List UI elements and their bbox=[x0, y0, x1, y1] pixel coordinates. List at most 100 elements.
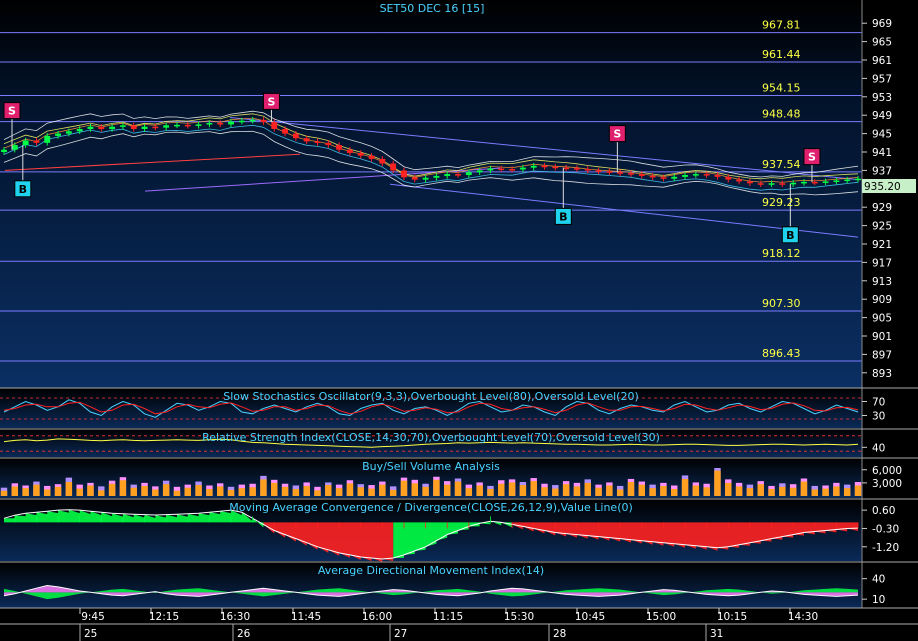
fib-label-5: 929.23 bbox=[762, 196, 801, 209]
candle-60 bbox=[649, 175, 656, 178]
fib-label-6: 918.12 bbox=[762, 247, 801, 260]
volume-bar-24 bbox=[260, 479, 267, 496]
volume-bar-75 bbox=[811, 489, 818, 496]
volume-bar-23 bbox=[249, 487, 256, 496]
candle-52 bbox=[563, 167, 570, 170]
candle-15 bbox=[163, 125, 170, 128]
candle-35 bbox=[379, 158, 386, 164]
candle-23 bbox=[249, 119, 256, 122]
signal-buy-6: B bbox=[786, 229, 794, 242]
price-tick-13: 917 bbox=[872, 257, 892, 269]
candle-54 bbox=[584, 169, 591, 171]
last-price-label: 935.20 bbox=[864, 181, 901, 193]
volume-bar-44 bbox=[476, 485, 483, 496]
candle-5 bbox=[55, 133, 61, 136]
candle-47 bbox=[509, 169, 516, 171]
volume-bar-32 bbox=[346, 483, 354, 496]
time-tick-3: 11:45 bbox=[291, 611, 321, 623]
candle-0 bbox=[1, 149, 7, 152]
signal-buy-1: B bbox=[19, 183, 27, 196]
volume-bar-60 bbox=[649, 488, 656, 496]
price-tick-17: 901 bbox=[872, 331, 892, 343]
volume-bar-64 bbox=[692, 485, 700, 496]
volume-bar-78 bbox=[843, 488, 851, 496]
day-label-2: 27 bbox=[394, 628, 407, 640]
candle-11 bbox=[119, 125, 126, 127]
volume-bar-52 bbox=[562, 484, 570, 496]
volume-bar-33 bbox=[357, 487, 364, 496]
candle-71 bbox=[768, 183, 775, 185]
main-panel-bg bbox=[0, 0, 862, 388]
candle-43 bbox=[465, 172, 472, 175]
volume-bar-73 bbox=[789, 487, 797, 496]
price-tick-4: 953 bbox=[872, 92, 892, 104]
fib-label-3: 948.48 bbox=[762, 108, 801, 121]
volume-bar-7 bbox=[76, 488, 83, 496]
time-tick-5: 11:15 bbox=[433, 611, 463, 623]
candle-75 bbox=[811, 181, 818, 184]
volume-bar-10 bbox=[108, 483, 116, 496]
candle-31 bbox=[336, 145, 343, 150]
candle-41 bbox=[444, 174, 451, 176]
volume-bar-53 bbox=[573, 486, 581, 496]
time-tick-10: 14:30 bbox=[788, 611, 818, 623]
candle-63 bbox=[682, 175, 688, 177]
candle-2 bbox=[22, 140, 29, 146]
candle-48 bbox=[519, 167, 526, 170]
volume-bar-62 bbox=[671, 489, 678, 496]
time-tick-9: 10:15 bbox=[717, 611, 747, 623]
time-tick-4: 16:00 bbox=[362, 611, 392, 623]
signal-sell-5: S bbox=[808, 151, 816, 164]
volume-bar-71 bbox=[768, 489, 775, 496]
trading-chart[interactable]: S B S S B S B 967.81 961.44 954.15 948.48 937.54 92… bbox=[0, 0, 918, 641]
tick-stochastic-0: 70 bbox=[872, 397, 885, 409]
volume-bar-65 bbox=[703, 487, 710, 496]
price-tick-2: 961 bbox=[872, 55, 892, 67]
candle-59 bbox=[638, 174, 645, 176]
volume-bar-18 bbox=[195, 485, 202, 496]
candle-10 bbox=[109, 126, 116, 129]
panel-label-macd: Moving Average Convergence / Divergence(… bbox=[229, 501, 633, 514]
candle-28 bbox=[303, 138, 310, 142]
candle-76 bbox=[822, 181, 829, 183]
volume-bar-47 bbox=[508, 482, 516, 496]
candle-72 bbox=[779, 183, 786, 185]
price-tick-18: 897 bbox=[872, 349, 892, 361]
day-label-3: 28 bbox=[553, 628, 566, 640]
volume-bar-29 bbox=[314, 490, 321, 496]
volume-bar-28 bbox=[303, 485, 310, 496]
candle-37 bbox=[401, 170, 407, 178]
candle-8 bbox=[87, 126, 94, 129]
volume-bar-67 bbox=[725, 482, 732, 496]
volume-bar-19 bbox=[206, 489, 213, 496]
volume-bar-2 bbox=[22, 488, 29, 496]
price-tick-5: 949 bbox=[872, 110, 892, 122]
candle-24 bbox=[260, 119, 267, 123]
candle-26 bbox=[282, 129, 288, 134]
candle-74 bbox=[801, 181, 807, 184]
candle-55 bbox=[595, 170, 602, 172]
price-tick-3: 957 bbox=[872, 73, 892, 85]
fib-label-8: 896.43 bbox=[762, 347, 801, 360]
candle-19 bbox=[206, 123, 213, 125]
candle-13 bbox=[141, 126, 148, 129]
panel-label-adx: Average Directional Movement Index(14) bbox=[318, 564, 544, 577]
candle-6 bbox=[65, 131, 72, 134]
volume-bar-22 bbox=[238, 488, 246, 496]
volume-bar-26 bbox=[281, 486, 289, 496]
candle-9 bbox=[98, 126, 105, 129]
price-tick-14: 913 bbox=[872, 276, 892, 288]
volume-bar-3 bbox=[33, 484, 40, 496]
volume-bar-16 bbox=[173, 490, 181, 496]
time-tick-8: 15:00 bbox=[646, 611, 676, 623]
candle-53 bbox=[574, 168, 580, 170]
tick-stochastic-1: 30 bbox=[872, 411, 885, 423]
volume-bar-59 bbox=[638, 484, 645, 496]
candle-22 bbox=[238, 120, 245, 123]
time-tick-1: 12:15 bbox=[149, 611, 179, 623]
signal-buy-4: B bbox=[559, 210, 567, 223]
candle-42 bbox=[455, 174, 461, 176]
volume-bar-45 bbox=[487, 489, 494, 496]
candle-1 bbox=[11, 145, 18, 150]
time-tick-7: 10:45 bbox=[575, 611, 605, 623]
